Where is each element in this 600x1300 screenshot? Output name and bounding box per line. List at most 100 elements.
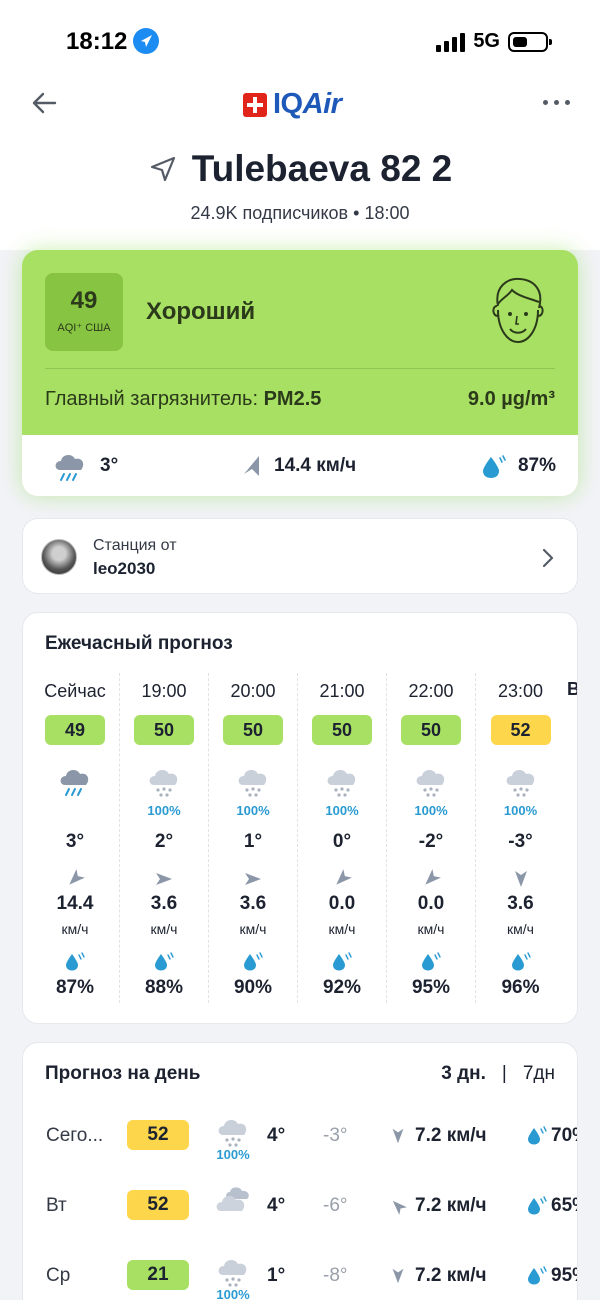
station-label: Станция от xyxy=(93,537,177,554)
daily-min-temp: -8° xyxy=(323,1265,348,1286)
hourly-time: 21:00 xyxy=(319,681,365,701)
main-pollutant: Главный загрязнитель: PM2.5 xyxy=(45,388,322,410)
hourly-time: 20:00 xyxy=(230,681,276,701)
daily-wind-speed: 7.2 км/ч xyxy=(415,1125,487,1146)
aqi-value: 49 xyxy=(70,287,98,314)
daily-row[interactable]: Ср 21 100% 1° -8° 7.2 км/ч 95% xyxy=(23,1245,577,1300)
hourly-wind-speed: 14.4 xyxy=(56,893,94,914)
hourly-humidity: 88% xyxy=(144,977,184,998)
hourly-column[interactable]: 20:00 50 100% 1° 3.6 км/ч 90% xyxy=(209,673,298,1003)
wind-direction-icon xyxy=(389,1127,407,1145)
wind-direction-icon xyxy=(332,869,352,889)
wind-direction-icon xyxy=(511,869,531,889)
back-button[interactable] xyxy=(30,88,60,118)
cloud-rain-icon xyxy=(55,454,84,481)
more-options-button[interactable] xyxy=(543,100,570,105)
hourly-column[interactable]: Сейчас 49 3° 14.4 км/ч 87% xyxy=(31,673,120,1003)
hourly-precipitation: 100% xyxy=(325,803,359,818)
hourly-forecast-card[interactable]: Ежечасный прогноз Сейчас 49 3° 14.4 км/ч 87% 1… xyxy=(22,612,578,1024)
toggle-7-days[interactable]: 7дн xyxy=(523,1063,555,1085)
humidity-drop-icon xyxy=(482,454,506,478)
hourly-wind-unit: км/ч xyxy=(417,921,445,937)
hourly-forecast-columns[interactable]: Сейчас 49 3° 14.4 км/ч 87% 19:00 50 100% 2° 3.6 км/… xyxy=(31,673,565,1003)
hourly-temperature: 1° xyxy=(243,831,263,852)
hourly-column[interactable]: 22:00 50 100% -2° 0.0 км/ч 95% xyxy=(387,673,476,1003)
aqi-status-label: Хороший xyxy=(146,298,256,325)
daily-max-temp: 4° xyxy=(267,1125,286,1146)
humidity-drop-icon xyxy=(152,951,176,973)
chevron-right-icon xyxy=(542,548,554,568)
hourly-temperature: -3° xyxy=(508,831,533,852)
humidity-drop-icon xyxy=(525,1195,549,1217)
hourly-column[interactable]: 19:00 50 100% 2° 3.6 км/ч 88% xyxy=(120,673,209,1003)
cellular-signal-icon xyxy=(436,32,466,52)
network-label: 5G xyxy=(473,30,500,52)
followers-line: 24.9K подписчиков • 18:00 xyxy=(0,203,600,224)
toggle-separator: | xyxy=(501,1063,507,1084)
hourly-wind-unit: км/ч xyxy=(150,921,178,937)
daily-min-temp: -6° xyxy=(323,1195,348,1216)
hourly-column[interactable]: 21:00 50 100% 0° 0.0 км/ч 92% xyxy=(298,673,387,1003)
station-card[interactable]: Станция от leo2030 xyxy=(22,518,578,594)
hourly-humidity: 92% xyxy=(322,977,362,998)
forecast-range-toggle: 3 дн. | 7дн xyxy=(441,1063,555,1085)
daily-precipitation: 100% xyxy=(216,1147,250,1162)
hourly-humidity: 90% xyxy=(233,977,273,998)
hourly-temperature: -2° xyxy=(418,831,444,852)
hourly-wind-unit: км/ч xyxy=(239,921,267,937)
cloud-snow-icon xyxy=(501,763,541,799)
aqi-summary: 49 AQI⁺ США Хороший Главный загрязнитель… xyxy=(22,250,578,435)
pollutant-concentration: 9.0 µg/m³ xyxy=(467,388,555,410)
arrow-left-icon xyxy=(32,92,57,114)
followers-count: 24.9K подписчиков xyxy=(190,203,349,223)
humidity-drop-icon xyxy=(525,1265,549,1287)
hourly-wind-unit: км/ч xyxy=(61,921,89,937)
hourly-wind-speed: 3.6 xyxy=(150,893,178,914)
daily-day: Вт xyxy=(46,1195,67,1216)
hourly-wind-speed: 3.6 xyxy=(507,893,534,914)
humidity-drop-icon xyxy=(241,951,265,973)
aqi-value-box: 49 AQI⁺ США xyxy=(45,273,123,351)
cloud-snow-icon xyxy=(322,763,362,799)
current-humidity: 87% xyxy=(480,452,556,480)
hourly-aqi-badge: 50 xyxy=(312,715,372,745)
hourly-wind-unit: км/ч xyxy=(328,921,356,937)
hourly-aqi-badge: 50 xyxy=(134,715,194,745)
humidity-drop-icon xyxy=(330,951,354,973)
cloud-snow-icon xyxy=(144,763,184,799)
daily-forecast-title: Прогноз на день xyxy=(45,1063,201,1084)
smiling-face-icon xyxy=(492,277,544,344)
daily-row[interactable]: Вт 52 4° -6° 7.2 км/ч 65% xyxy=(23,1175,577,1235)
toggle-3-days[interactable]: 3 дн. xyxy=(441,1063,486,1085)
updated-time: 18:00 xyxy=(364,203,410,223)
daily-forecast-card[interactable]: Прогноз на день 3 дн. | 7дн Сего... 52 100… xyxy=(22,1042,578,1300)
daily-row[interactable]: Сего... 52 100% 4° -3° 7.2 км/ч 70% xyxy=(23,1105,577,1165)
location-title-row: Tulebaeva 82 2 xyxy=(0,148,600,190)
daily-humidity: 95% xyxy=(551,1265,577,1286)
hourly-wind-unit: км/ч xyxy=(507,921,534,937)
hourly-wind-speed: 0.0 xyxy=(417,893,445,914)
aqi-unit-label: AQI⁺ США xyxy=(57,322,111,334)
logo-text: IQAir xyxy=(273,88,342,120)
current-temperature: 3° xyxy=(50,446,118,486)
hourly-precipitation: 100% xyxy=(503,803,538,818)
aqi-divider xyxy=(45,368,555,369)
hourly-precipitation: 100% xyxy=(236,803,270,818)
daily-max-temp: 4° xyxy=(267,1195,286,1216)
hourly-wind-speed: 3.6 xyxy=(239,893,267,914)
daily-aqi-badge: 52 xyxy=(127,1190,189,1220)
wind-direction-icon xyxy=(65,869,85,889)
humidity-drop-icon xyxy=(419,951,443,973)
hourly-precipitation: 100% xyxy=(147,803,181,818)
cloud-snow-icon xyxy=(411,763,451,799)
station-owner-avatar xyxy=(41,539,77,575)
hourly-aqi-badge: 50 xyxy=(223,715,283,745)
location-title: Tulebaeva 82 2 xyxy=(191,148,453,189)
swiss-cross-icon xyxy=(243,92,267,117)
wind-direction-icon xyxy=(389,1267,407,1285)
hourly-column[interactable]: 23:00 52 100% -3° 3.6 км/ч 96% xyxy=(476,673,565,1003)
daily-humidity: 65% xyxy=(551,1195,577,1216)
aqi-card[interactable]: 49 AQI⁺ США Хороший Главный загрязнитель… xyxy=(22,250,578,496)
wind-direction-icon xyxy=(389,1197,407,1215)
cloud-rain-icon xyxy=(55,763,95,799)
